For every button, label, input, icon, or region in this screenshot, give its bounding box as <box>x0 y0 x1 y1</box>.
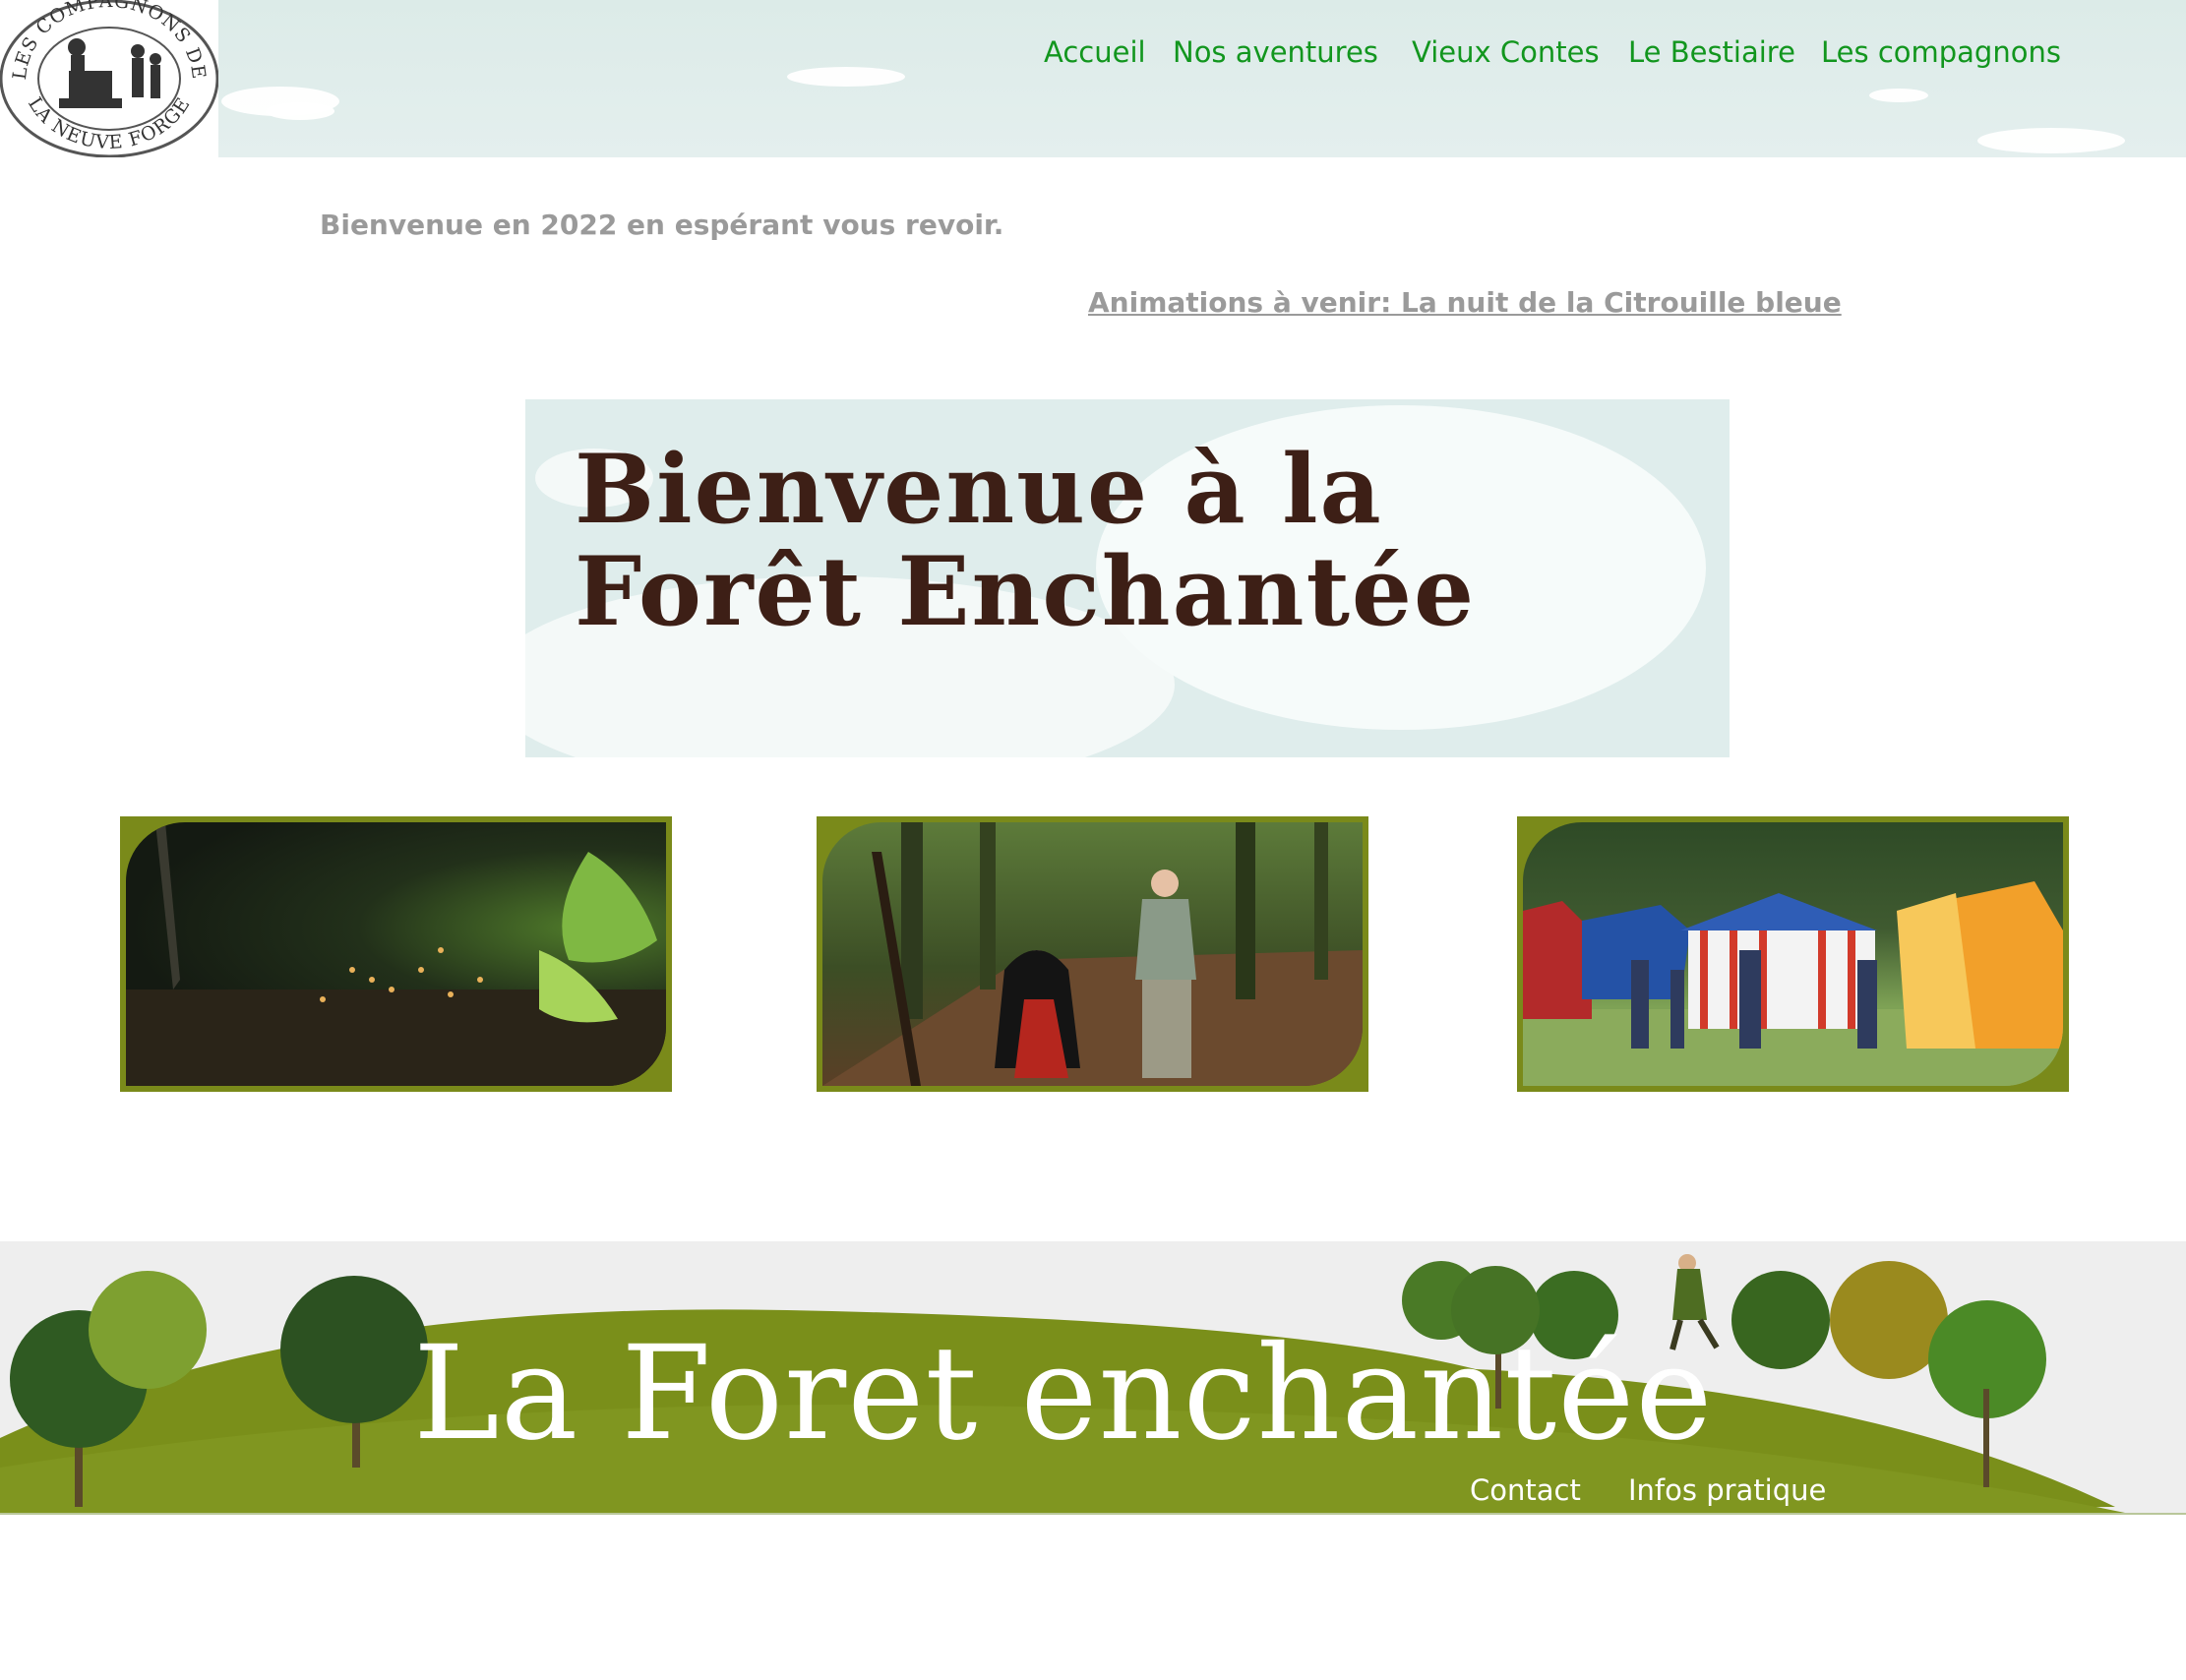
welcome-banner: Bienvenue à la Forêt Enchantée <box>525 399 1730 757</box>
footer-title: La Foret enchantée <box>413 1318 1714 1470</box>
camp-tents-scene <box>1523 881 2063 1086</box>
nav-les-compagnons[interactable]: Les compagnons <box>1821 35 2061 69</box>
nav-le-bestiaire[interactable]: Le Bestiaire <box>1628 35 1795 69</box>
footer-infos-pratique-link[interactable]: Infos pratique <box>1628 1473 1826 1507</box>
photo-couple-forest[interactable] <box>817 816 1368 1092</box>
announcement-link[interactable]: Animations à venir: La nuit de la Citrou… <box>1088 286 1842 319</box>
photo-night-forest[interactable] <box>120 816 672 1092</box>
header-cloud <box>266 102 334 120</box>
nav-accueil[interactable]: Accueil <box>1044 35 1146 69</box>
photo-camp-tents-image <box>1523 822 2063 1086</box>
banner-line-2: Forêt Enchantée <box>575 536 1477 647</box>
night-forest-scene <box>126 822 666 1086</box>
header-cloud <box>1869 89 1928 102</box>
photo-couple-forest-image <box>822 822 1363 1086</box>
header-cloud <box>787 67 905 87</box>
photo-night-forest-image <box>126 822 666 1086</box>
banner-line-1: Bienvenue à la <box>575 434 1383 545</box>
site-logo[interactable]: LES COMPAGNONS DE LA NEUVE FORGE <box>0 0 218 157</box>
banner-title: Bienvenue à la Forêt Enchantée <box>575 439 1476 643</box>
footer-contact-link[interactable]: Contact <box>1470 1473 1581 1507</box>
logo-seal: LES COMPAGNONS DE LA NEUVE FORGE <box>0 0 218 157</box>
nav-nos-aventures[interactable]: Nos aventures <box>1173 35 1378 69</box>
header-cloud <box>1977 128 2125 153</box>
couple-forest-scene <box>822 822 1363 1086</box>
site-header: LES COMPAGNONS DE LA NEUVE FORGE Accueil… <box>0 0 2186 157</box>
welcome-text: Bienvenue en 2022 en espérant vous revoi… <box>320 209 1004 241</box>
nav-vieux-contes[interactable]: Vieux Contes <box>1412 35 1600 69</box>
photo-camp-tents[interactable] <box>1517 816 2069 1092</box>
site-footer: La Foret enchantée <box>0 1241 2186 1515</box>
